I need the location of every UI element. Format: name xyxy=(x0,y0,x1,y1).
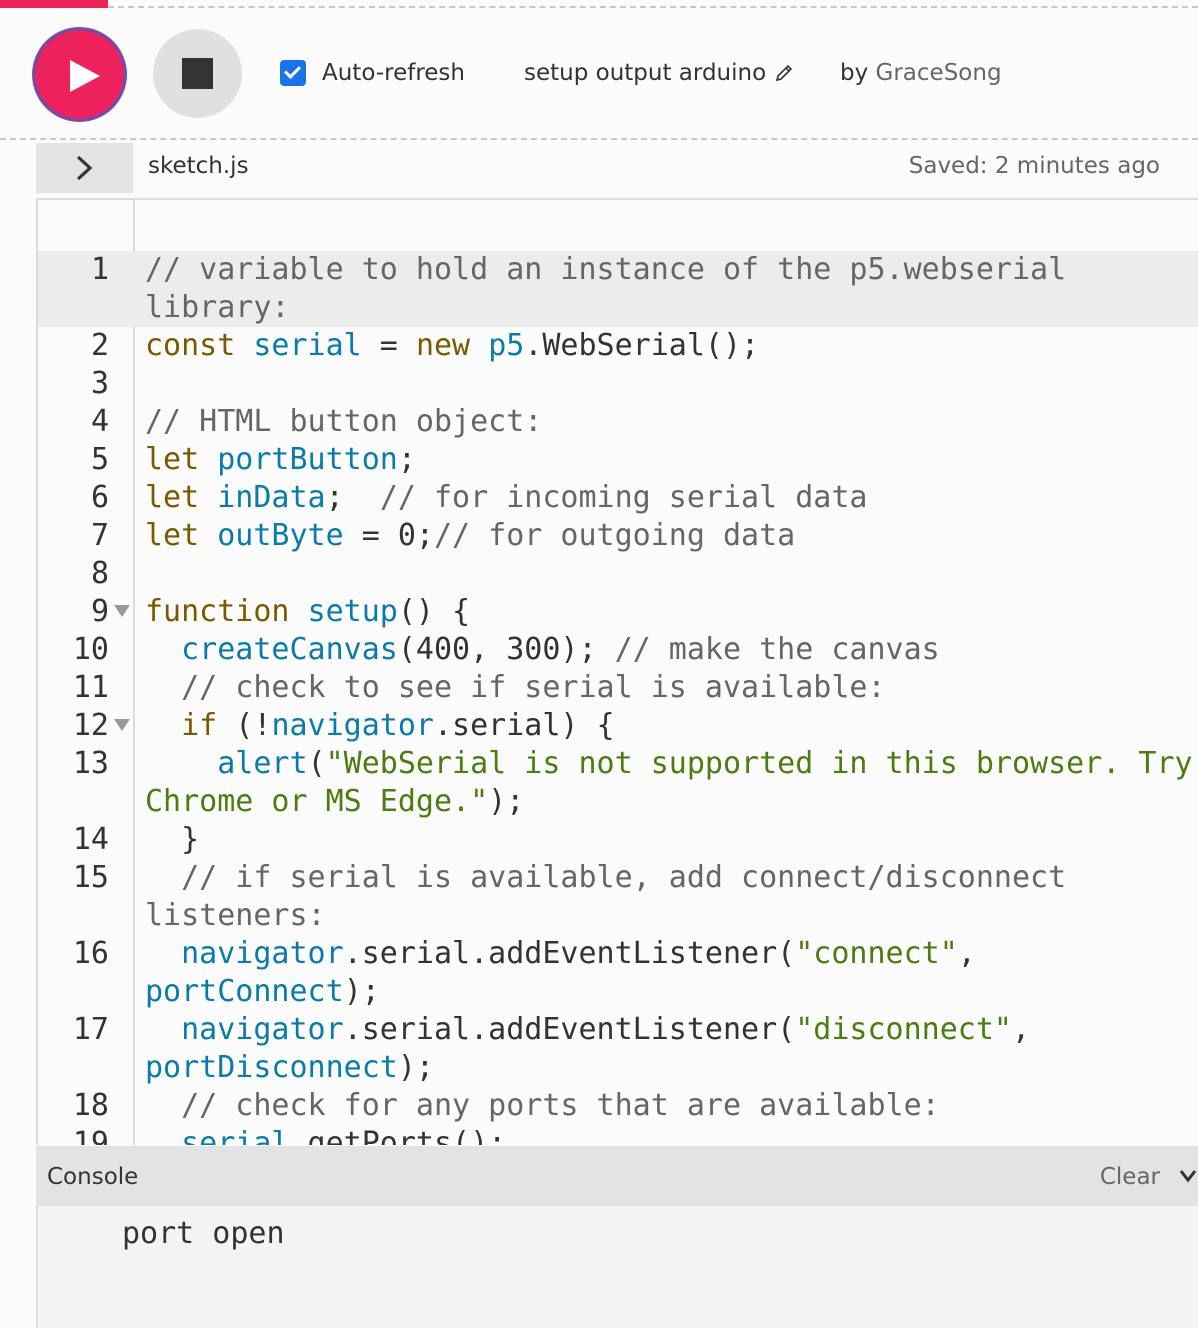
code-line[interactable]: 16 navigator.serial.addEventListener("co… xyxy=(38,935,1198,1011)
code-text[interactable]: // check for any ports that are availabl… xyxy=(135,1087,1198,1125)
author-link[interactable]: GraceSong xyxy=(876,60,1002,86)
line-number: 9 xyxy=(38,593,135,631)
code-line[interactable]: 2 const serial = new p5.WebSerial(); xyxy=(38,327,1198,365)
code-text[interactable]: let inData; // for incoming serial data xyxy=(135,479,1198,517)
line-number: 1 xyxy=(90,252,109,287)
line-number: 14 xyxy=(72,822,109,857)
sidebar-toggle-button[interactable] xyxy=(36,143,133,193)
code-line[interactable]: 11 // check to see if serial is availabl… xyxy=(38,669,1198,707)
line-number: 8 xyxy=(90,556,109,591)
code-text[interactable]: // HTML button object: xyxy=(135,403,1198,441)
code-line[interactable]: 3 xyxy=(38,365,1198,403)
code-line[interactable]: 19 serial.getPorts(); xyxy=(38,1125,1198,1145)
saved-status: Saved: 2 minutes ago xyxy=(908,153,1160,179)
console-title: Console xyxy=(47,1164,139,1190)
line-number: 17 xyxy=(72,1012,109,1047)
code-text[interactable]: alert("WebSerial is not supported in thi… xyxy=(135,745,1198,821)
code-text[interactable]: // variable to hold an instance of the p… xyxy=(135,251,1198,327)
line-number: 18 xyxy=(72,1088,109,1123)
code-line[interactable]: 8 xyxy=(38,555,1198,593)
code-text[interactable]: if (!navigator.serial) { xyxy=(135,707,1198,745)
code-text[interactable]: // if serial is available, add connect/d… xyxy=(135,859,1198,935)
code-text[interactable]: function setup() { xyxy=(135,593,1198,631)
code-text[interactable] xyxy=(135,555,1198,593)
byline-prefix: by xyxy=(840,60,869,86)
code-line[interactable]: 13 alert("WebSerial is not supported in … xyxy=(38,745,1198,821)
auto-refresh-toggle[interactable]: Auto-refresh xyxy=(280,60,465,86)
stop-button[interactable] xyxy=(153,29,242,118)
auto-refresh-label: Auto-refresh xyxy=(322,60,465,86)
top-accent-bar xyxy=(0,0,108,8)
code-line[interactable]: 6 let inData; // for incoming serial data xyxy=(38,479,1198,517)
sketch-name[interactable]: setup output arduino xyxy=(524,60,794,86)
line-number: 16 xyxy=(72,936,109,971)
code-text[interactable]: let portButton; xyxy=(135,441,1198,479)
code-line[interactable]: 1 // variable to hold an instance of the … xyxy=(38,251,1198,327)
code-line[interactable]: 12 if (!navigator.serial) { xyxy=(38,707,1198,745)
console-header: Console Clear xyxy=(36,1146,1198,1206)
code-line[interactable]: 14 } xyxy=(38,821,1198,859)
code-text[interactable]: let outByte = 0;// for outgoing data xyxy=(135,517,1198,555)
play-icon xyxy=(70,60,100,92)
toolbar-divider xyxy=(0,138,1198,140)
line-number: 12 xyxy=(38,707,135,745)
line-number: 3 xyxy=(90,366,109,401)
code-line[interactable]: 10 createCanvas(400, 300); // make the c… xyxy=(38,631,1198,669)
line-number: 7 xyxy=(90,518,109,553)
code-text[interactable]: navigator.serial.addEventListener("disco… xyxy=(135,1011,1198,1087)
chevron-right-icon xyxy=(76,155,93,181)
line-number: 10 xyxy=(72,632,109,667)
pencil-icon[interactable] xyxy=(774,63,794,83)
line-number: 19 xyxy=(72,1126,109,1145)
toolbar: Auto-refresh setup output arduino by Gra… xyxy=(0,8,1198,138)
console-clear-button[interactable]: Clear xyxy=(1100,1164,1160,1190)
line-number: 6 xyxy=(90,480,109,515)
code-lines[interactable]: 1 // variable to hold an instance of the … xyxy=(38,251,1198,1145)
sketch-name-text: setup output arduino xyxy=(524,60,767,86)
chevron-down-icon[interactable] xyxy=(1178,1166,1198,1186)
editor-tabbar: sketch.js Saved: 2 minutes ago xyxy=(36,143,1198,195)
code-line[interactable]: 5 let portButton; xyxy=(38,441,1198,479)
stop-icon xyxy=(182,58,213,89)
line-number: 2 xyxy=(90,328,109,363)
code-line[interactable]: 18 // check for any ports that are avail… xyxy=(38,1087,1198,1125)
code-text[interactable]: // check to see if serial is available: xyxy=(135,669,1198,707)
line-number: 13 xyxy=(72,746,109,781)
code-line[interactable]: 9 function setup() { xyxy=(38,593,1198,631)
code-line[interactable]: 4 // HTML button object: xyxy=(38,403,1198,441)
line-number: 15 xyxy=(72,860,109,895)
fold-arrow-icon[interactable] xyxy=(114,605,130,617)
code-editor[interactable]: 1 // variable to hold an instance of the … xyxy=(36,198,1198,1145)
code-text[interactable]: navigator.serial.addEventListener("conne… xyxy=(135,935,1198,1011)
code-line[interactable]: 17 navigator.serial.addEventListener("di… xyxy=(38,1011,1198,1087)
code-line[interactable]: 7 let outByte = 0;// for outgoing data xyxy=(38,517,1198,555)
checkmark-icon xyxy=(284,62,301,79)
byline: by GraceSong xyxy=(840,60,1002,86)
console-message: port open xyxy=(122,1216,285,1251)
console-output: port open xyxy=(36,1206,1198,1328)
line-number: 11 xyxy=(72,670,109,705)
code-text[interactable]: } xyxy=(135,821,1198,859)
play-button[interactable] xyxy=(33,28,126,121)
auto-refresh-checkbox[interactable] xyxy=(280,60,306,86)
line-number: 4 xyxy=(90,404,109,439)
file-tab[interactable]: sketch.js xyxy=(148,153,249,179)
fold-arrow-icon[interactable] xyxy=(114,719,130,731)
line-number: 5 xyxy=(90,442,109,477)
code-text[interactable]: const serial = new p5.WebSerial(); xyxy=(135,327,1198,365)
code-text[interactable]: serial.getPorts(); xyxy=(135,1125,1198,1145)
code-text[interactable] xyxy=(135,365,1198,403)
code-text[interactable]: createCanvas(400, 300); // make the canv… xyxy=(135,631,1198,669)
code-line[interactable]: 15 // if serial is available, add connec… xyxy=(38,859,1198,935)
